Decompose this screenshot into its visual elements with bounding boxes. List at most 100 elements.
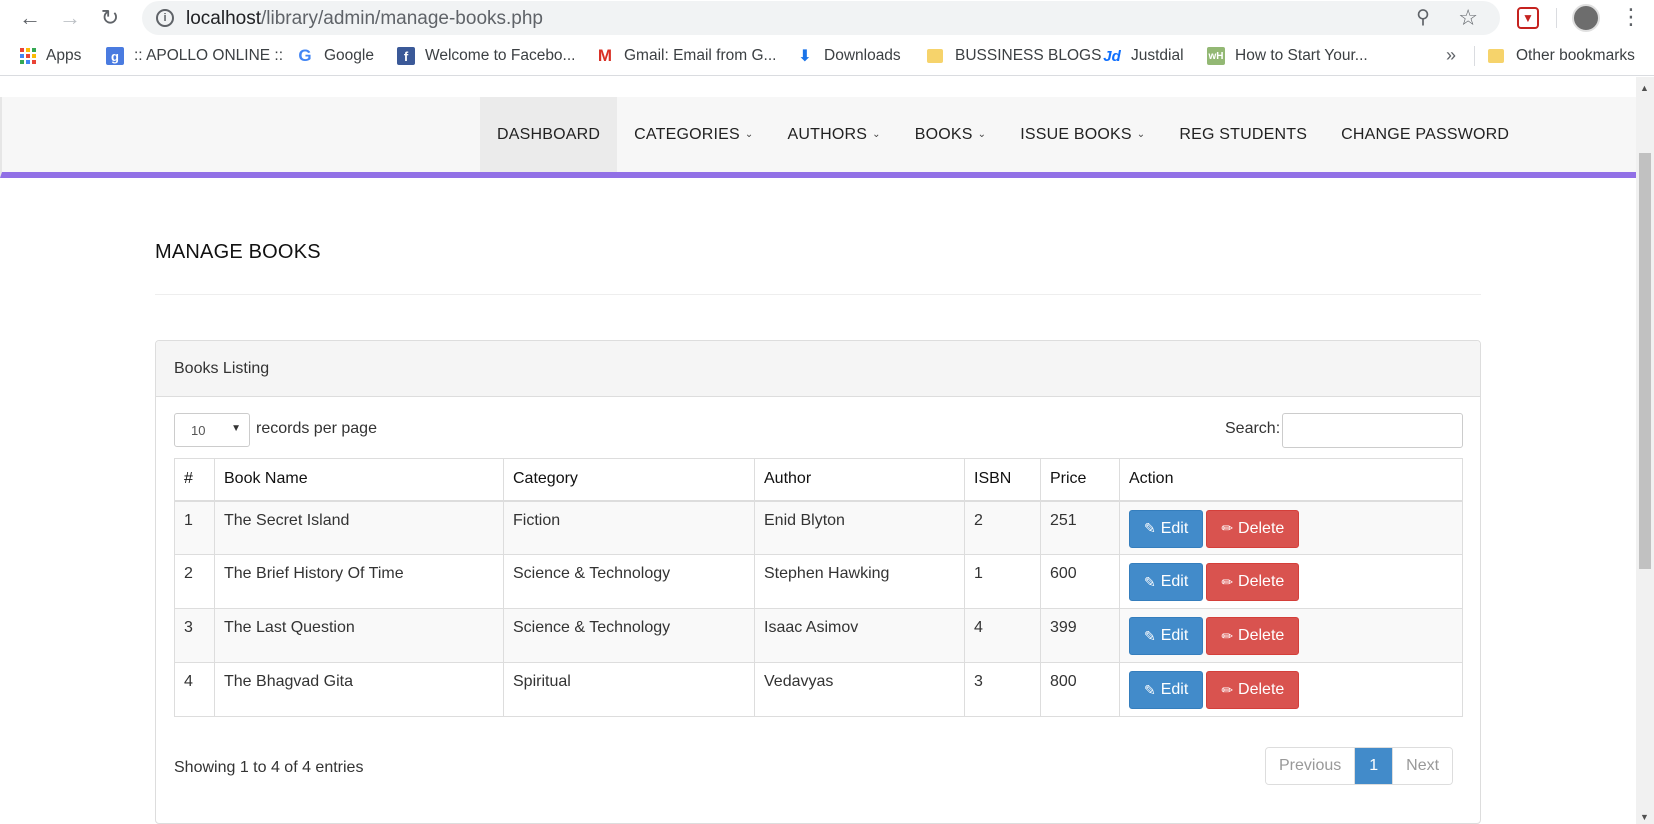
title-divider [155, 294, 1481, 295]
pocket-extension-icon[interactable]: ▼ [1517, 7, 1539, 29]
delete-label: Delete [1238, 681, 1285, 698]
toolbar-divider [1556, 8, 1557, 28]
folder-icon [1488, 49, 1504, 63]
delete-button[interactable]: ✏ Delete [1206, 509, 1300, 548]
search-input[interactable] [1282, 413, 1463, 448]
previous-page-button[interactable]: Previous [1266, 748, 1356, 784]
page-1-button[interactable]: 1 [1355, 748, 1393, 784]
zoom-icon[interactable]: ⚲ [1416, 6, 1430, 29]
table-row: 4 The Bhagvad Gita Spiritual Vedavyas 3 … [174, 662, 1463, 717]
panel-heading: Books Listing [156, 341, 1480, 397]
bookmark-label: Welcome to Facebo... [425, 47, 576, 64]
cell-book-name: The Bhagvad Gita [214, 662, 504, 717]
forward-arrow-icon[interactable]: → [56, 4, 84, 32]
cell-price: 800 [1040, 662, 1120, 717]
cell-action: ✎ Edit ✏ Delete [1119, 662, 1463, 717]
bookmark-business-blogs[interactable]: BUSSINESS BLOGS [927, 46, 1101, 66]
bookmark-facebook[interactable]: f Welcome to Facebo... [397, 46, 575, 66]
download-icon: ⬇ [798, 48, 812, 65]
scroll-down-arrow-icon[interactable]: ▼ [1640, 812, 1649, 822]
cell-price: 600 [1040, 554, 1120, 609]
bookmark-downloads[interactable]: ⬇ Downloads [796, 46, 901, 66]
col-header-category[interactable]: Category [503, 458, 755, 502]
bookmark-apps[interactable]: Apps [20, 46, 81, 66]
nav-reg-students[interactable]: REG STUDENTS [1162, 97, 1324, 172]
bookmark-other[interactable]: Other bookmarks [1488, 46, 1635, 66]
nav-change-password[interactable]: CHANGE PASSWORD [1324, 97, 1526, 172]
table-header-row: # Book Name Category Author ISBN Price A… [174, 458, 1463, 502]
cell-category: Science & Technology [503, 554, 755, 609]
col-header-book-name[interactable]: Book Name [214, 458, 504, 502]
nav-authors[interactable]: AUTHORS ⌄ [770, 97, 897, 172]
cell-number: 2 [174, 554, 215, 609]
edit-button[interactable]: ✎ Edit [1129, 509, 1204, 548]
facebook-icon: f [397, 47, 415, 65]
bookmark-star-icon[interactable]: ☆ [1458, 5, 1478, 31]
menu-kebab-icon[interactable]: ⋮ [1620, 4, 1642, 30]
edit-icon: ✎ [1144, 520, 1156, 536]
cell-number: 1 [174, 500, 215, 555]
bookmarks-bar: Apps g :: APOLLO ONLINE :: G Google f We… [0, 36, 1654, 76]
records-per-page-label: records per page [256, 420, 377, 437]
chevron-down-icon: ⌄ [1136, 129, 1146, 140]
nav-books[interactable]: BOOKS ⌄ [898, 97, 1004, 172]
bookmark-wikihow[interactable]: wH How to Start Your... [1207, 46, 1368, 66]
delete-button[interactable]: ✏ Delete [1206, 671, 1300, 709]
bookmark-label: Google [324, 47, 374, 64]
col-header-number[interactable]: # [174, 458, 215, 502]
bookmark-label: :: APOLLO ONLINE :: [134, 47, 284, 64]
nav-dashboard[interactable]: DASHBOARD [480, 97, 618, 172]
nav-label: DASHBOARD [497, 125, 601, 143]
delete-button[interactable]: ✏ Delete [1206, 563, 1300, 601]
wikihow-icon: wH [1207, 47, 1225, 65]
more-bookmarks-chevron-icon[interactable]: » [1446, 45, 1456, 66]
cell-author: Stephen Hawking [754, 554, 965, 609]
col-header-isbn[interactable]: ISBN [964, 458, 1041, 502]
bookmark-gmail[interactable]: M Gmail: Email from G... [596, 46, 777, 66]
url-text[interactable]: localhost/library/admin/manage-books.php [186, 8, 543, 30]
reload-icon[interactable]: ↻ [96, 4, 124, 32]
nav-label: BOOKS [914, 125, 973, 143]
info-icon[interactable]: i [156, 9, 174, 27]
address-bar[interactable]: i localhost/library/admin/manage-books.p… [142, 1, 1500, 35]
cell-action: ✎ Edit ✏ Delete [1119, 500, 1463, 555]
chevron-down-icon: ⌄ [872, 129, 881, 140]
bookmark-label: Downloads [824, 47, 901, 64]
col-header-price[interactable]: Price [1040, 458, 1120, 502]
edit-button[interactable]: ✎ Edit [1129, 617, 1204, 655]
delete-button[interactable]: ✏ Delete [1206, 617, 1300, 655]
bookmarks-divider [1474, 46, 1475, 66]
google-icon: G [298, 46, 312, 65]
page-viewport: DASHBOARD CATEGORIES ⌄ AUTHORS ⌄ BOOKS ⌄ IS… [0, 77, 1636, 824]
cell-author: Enid Blyton [754, 500, 965, 555]
scroll-up-arrow-icon[interactable]: ▲ [1640, 83, 1649, 93]
cell-author: Isaac Asimov [754, 608, 965, 663]
page-title: MANAGE BOOKS [155, 241, 321, 263]
nav-categories[interactable]: CATEGORIES ⌄ [617, 97, 770, 172]
google-plus-icon: g [106, 47, 124, 65]
edit-button[interactable]: ✎ Edit [1129, 563, 1204, 601]
edit-button[interactable]: ✎ Edit [1129, 671, 1204, 709]
table-row: 1 The Secret Island Fiction Enid Blyton … [174, 500, 1463, 555]
edit-label: Edit [1160, 573, 1189, 590]
justdial-icon: Jd [1103, 47, 1121, 65]
cell-number: 3 [174, 608, 215, 663]
dropdown-arrow-icon: ▼ [231, 423, 241, 434]
back-arrow-icon[interactable]: ← [16, 4, 44, 32]
col-header-author[interactable]: Author [754, 458, 965, 502]
profile-avatar[interactable] [1572, 4, 1600, 32]
scroll-thumb[interactable] [1639, 153, 1651, 569]
bookmark-justdial[interactable]: Jd Justdial [1103, 46, 1183, 66]
next-page-button[interactable]: Next [1392, 748, 1453, 784]
nav-label: CHANGE PASSWORD [1341, 125, 1510, 143]
page-scrollbar[interactable]: ▲ ▼ [1636, 77, 1654, 824]
main-menu: DASHBOARD CATEGORIES ⌄ AUTHORS ⌄ BOOKS ⌄ IS… [480, 97, 1526, 172]
bookmark-google[interactable]: G Google [296, 46, 374, 66]
bookmark-apollo[interactable]: g :: APOLLO ONLINE :: [106, 46, 283, 66]
url-path: /library/admin/manage-books.php [261, 8, 543, 29]
books-listing-panel: Books Listing 10 ▼ records per page Sear… [155, 340, 1481, 824]
chevron-down-icon: ⌄ [744, 129, 754, 140]
bookmark-label: How to Start Your... [1235, 47, 1368, 64]
records-per-page-select[interactable]: 10 ▼ [174, 413, 250, 447]
nav-issue-books[interactable]: ISSUE BOOKS ⌄ [1003, 97, 1162, 172]
